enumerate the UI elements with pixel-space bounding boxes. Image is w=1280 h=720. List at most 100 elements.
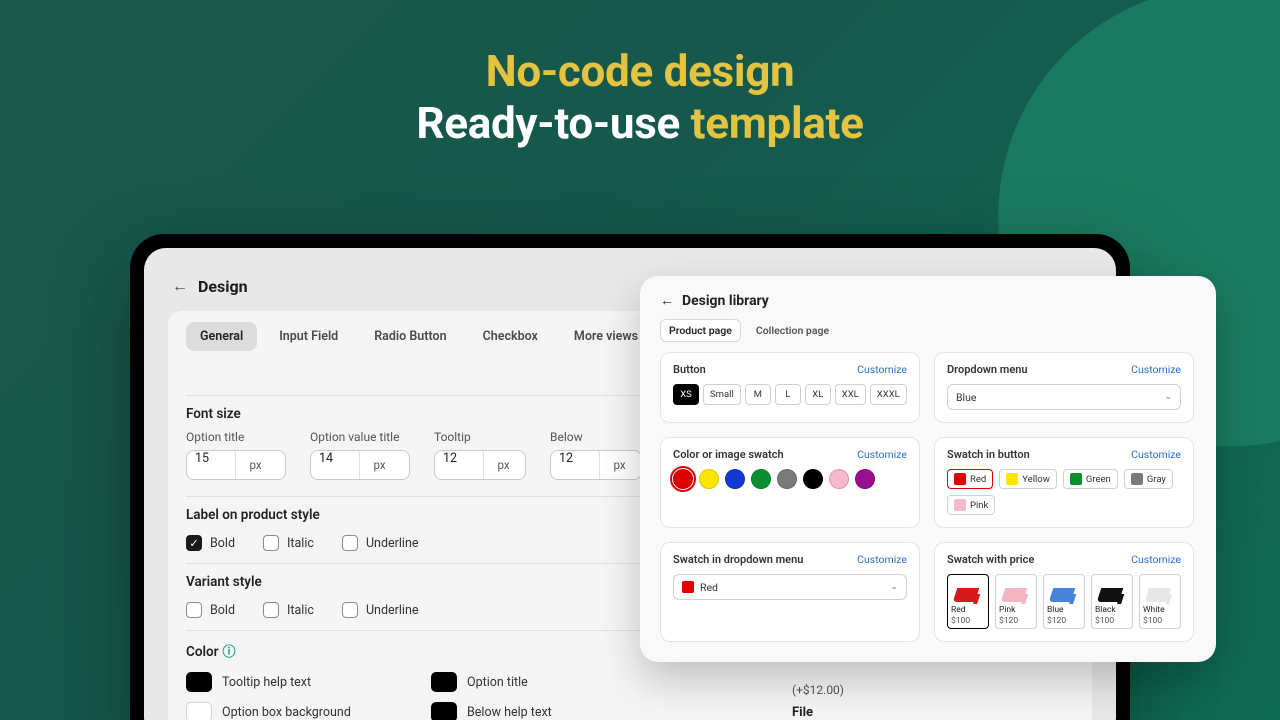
tooltip-value[interactable]: 12: [435, 451, 483, 479]
price-value: $120: [1047, 617, 1081, 626]
size-m[interactable]: M: [745, 384, 771, 405]
price-value: $100: [951, 617, 985, 626]
swatch-button-pink[interactable]: Pink: [947, 495, 995, 515]
price-name: Pink: [999, 606, 1033, 615]
checkbox-icon: [342, 602, 358, 618]
checkbox-icon: [263, 602, 279, 618]
shoe-thumb: [1047, 578, 1081, 604]
tab-radio-button[interactable]: Radio Button: [360, 322, 460, 351]
lib-tab-collection[interactable]: Collection page: [747, 319, 838, 342]
swatch-green[interactable]: [751, 469, 771, 489]
color-label: Tooltip help text: [222, 675, 311, 690]
size-xxl[interactable]: XXL: [835, 384, 866, 405]
customize-link[interactable]: Customize: [1131, 448, 1181, 461]
label-italic-checkbox[interactable]: Italic: [263, 535, 314, 551]
swatch-button-red[interactable]: Red: [947, 469, 993, 489]
tab-general[interactable]: General: [186, 322, 257, 351]
hero-line2-a: Ready-to-use: [416, 97, 690, 149]
swatch-button-green[interactable]: Green: [1063, 469, 1118, 489]
shoe-thumb: [1095, 578, 1129, 604]
size-xl[interactable]: XL: [805, 384, 831, 405]
page-title: Design: [198, 277, 248, 296]
label-bold-checkbox[interactable]: ✓Bold: [186, 535, 235, 551]
label-underline-checkbox[interactable]: Underline: [342, 535, 419, 551]
swatch-button-yellow[interactable]: Yellow: [999, 469, 1057, 489]
opt-title-input[interactable]: 15px: [186, 450, 286, 480]
size-xxxl[interactable]: XXXL: [870, 384, 907, 405]
card-swatch-title: Color or image swatch: [673, 448, 784, 461]
card-button: ButtonCustomize XSSmallMLXLXXLXXXL: [660, 352, 920, 423]
preview-price: (+$12.00): [792, 683, 1092, 697]
customize-link[interactable]: Customize: [1131, 363, 1181, 376]
card-dropdown: Dropdown menuCustomize Blue⌄: [934, 352, 1194, 423]
color-swatch[interactable]: [186, 672, 212, 692]
swatch-square-icon: [1131, 473, 1143, 485]
swatch-purple[interactable]: [855, 469, 875, 489]
below-value[interactable]: 12: [551, 451, 599, 479]
color-item[interactable]: Option title: [431, 672, 616, 692]
variant-underline-checkbox[interactable]: Underline: [342, 602, 419, 618]
below-label: Below: [550, 430, 642, 444]
color-item[interactable]: Tooltip help text: [186, 672, 371, 692]
swatch-button-label: Pink: [970, 500, 988, 511]
checkbox-icon: ✓: [186, 535, 202, 551]
price-option-black[interactable]: Black$100: [1091, 574, 1133, 629]
swatch-square-icon: [1070, 473, 1082, 485]
opt-value-title-label: Option value title: [310, 430, 410, 444]
back-arrow-icon[interactable]: ←: [660, 292, 674, 309]
tab-input-field[interactable]: Input Field: [265, 322, 352, 351]
color-swatch[interactable]: [186, 702, 212, 720]
opt-value-title-value[interactable]: 14: [311, 451, 359, 479]
swatch-yellow[interactable]: [699, 469, 719, 489]
tooltip-input[interactable]: 12px: [434, 450, 526, 480]
size-l[interactable]: L: [775, 384, 801, 405]
opt-title-value[interactable]: 15: [187, 451, 235, 479]
swatch-blue[interactable]: [725, 469, 745, 489]
stage: No-code design Ready-to-use template ← D…: [0, 0, 1280, 720]
below-input[interactable]: 12px: [550, 450, 642, 480]
unit-px: px: [235, 451, 275, 479]
dropdown-blue[interactable]: Blue⌄: [947, 384, 1181, 410]
price-option-blue[interactable]: Blue $120: [1043, 574, 1085, 629]
customize-link[interactable]: Customize: [857, 448, 907, 461]
color-swatch[interactable]: [431, 702, 457, 720]
shoe-thumb: [1143, 578, 1177, 604]
color-item[interactable]: Below help text: [431, 702, 616, 720]
lib-tab-product[interactable]: Product page: [660, 319, 741, 342]
color-item[interactable]: Option box background: [186, 702, 371, 720]
shoe-thumb: [951, 578, 985, 604]
swatch-square-icon: [954, 499, 966, 511]
color-label: Option box background: [222, 705, 351, 720]
swatch-button-label: Gray: [1147, 474, 1166, 485]
hero-line2-b: template: [691, 97, 864, 149]
card-swatch-dd-title: Swatch in dropdown menu: [673, 553, 803, 566]
tab-checkbox[interactable]: Checkbox: [469, 322, 552, 351]
swatch-black[interactable]: [803, 469, 823, 489]
opt-value-title-input[interactable]: 14px: [310, 450, 410, 480]
color-swatch[interactable]: [431, 672, 457, 692]
back-arrow-icon[interactable]: ←: [172, 276, 188, 296]
price-option-white[interactable]: White$100: [1139, 574, 1181, 629]
swatch-pink[interactable]: [829, 469, 849, 489]
dropdown-value: Blue: [956, 391, 976, 404]
variant-italic-checkbox[interactable]: Italic: [263, 602, 314, 618]
card-price-title: Swatch with price: [947, 553, 1034, 566]
price-name: Blue: [1047, 606, 1081, 615]
swatch-button-label: Yellow: [1022, 474, 1050, 485]
dropdown-swatch-red[interactable]: Red ⌄: [673, 574, 907, 600]
size-small[interactable]: Small: [703, 384, 741, 405]
price-option-pink[interactable]: Pink$120: [995, 574, 1037, 629]
variant-underline-text: Underline: [366, 603, 419, 618]
swatch-gray[interactable]: [777, 469, 797, 489]
variant-bold-checkbox[interactable]: Bold: [186, 602, 235, 618]
swatch-button-gray[interactable]: Gray: [1124, 469, 1173, 489]
customize-link[interactable]: Customize: [857, 363, 907, 376]
help-icon[interactable]: ⓘ: [222, 645, 235, 660]
price-option-red[interactable]: Red$100: [947, 574, 989, 629]
swatch-red[interactable]: [673, 469, 693, 489]
price-name: Black: [1095, 606, 1129, 615]
customize-link[interactable]: Customize: [857, 553, 907, 566]
checkbox-icon: [342, 535, 358, 551]
customize-link[interactable]: Customize: [1131, 553, 1181, 566]
size-xs[interactable]: XS: [673, 384, 699, 405]
